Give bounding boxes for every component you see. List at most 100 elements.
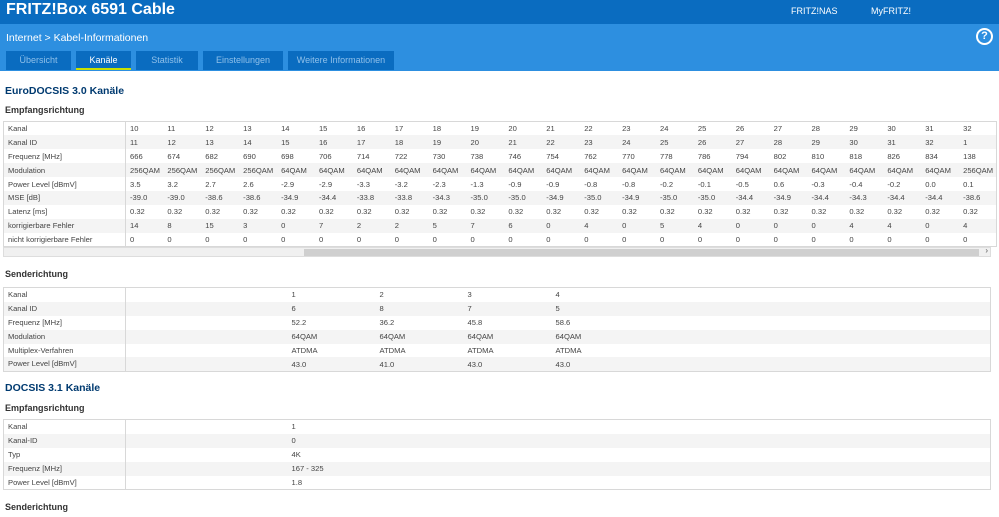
table-cell: 778 [659,151,673,161]
table-cell: 690 [243,151,256,161]
table-cell: 64QAM [925,165,951,175]
table-cell: 0.32 [887,207,903,217]
table-cell: 7 [470,221,475,231]
table-cell: -0.5 [735,179,749,189]
table-cell: 0 [167,234,172,244]
table-cell: -39.0 [167,193,185,203]
myfritz-link[interactable]: MyFRITZ! [871,6,911,16]
table-cell: 28 [811,124,820,134]
row-label-text: Modulation [4,329,126,344]
tab-einstellungen[interactable]: Einstellungen [203,51,283,70]
table-cell: 16 [356,124,366,134]
table-cell: 0.1 [963,179,974,189]
chevron-right-icon: > [44,32,51,44]
table-cell: 27 [773,124,783,134]
table-cell: 32 [963,124,972,134]
docsis30-heading: EuroDOCSIS 3.0 Kanäle [5,85,125,97]
tab-statistik[interactable]: Statistik [136,51,198,70]
table-cell: 30 [849,137,858,147]
table-cell: 13 [243,124,252,134]
table-row: Power Level [dBmV] 1.8 [4,475,991,490]
table-cell: 256QAM [205,165,236,175]
table-cell: 43.0 [291,359,307,369]
table-cell: 0 [963,234,968,244]
table-cell: 0.32 [963,207,978,217]
table-cell: 29 [811,137,820,147]
table-cell: -35.0 [470,193,488,203]
docsis31-heading: DOCSIS 3.1 Kanäle [5,382,101,394]
row-label: Kanal [4,288,288,302]
row-label-text: Kanal [4,420,126,434]
help-icon[interactable]: ? [976,28,993,45]
table-cell: 0 [622,221,627,231]
table-cell: 4K [291,450,301,460]
table-cell: 0 [130,234,135,244]
table-cell: 30 [887,124,896,134]
table-cell: 0 [243,234,248,244]
table-cell: -38.6 [243,193,261,203]
tab-kanaele[interactable]: Kanäle [76,51,131,70]
table-row: Kanal-ID 0 [3,433,991,448]
docsis30-downstream-table: Kanal 10 11 12 13 14 15 16 17 18 19 20 21 22 23 24 25 26 2… [3,121,998,248]
horizontal-scrollbar[interactable]: › [3,246,991,257]
table-cell: 5 [659,221,665,231]
table-cell: 826 [887,151,900,161]
table-cell: 14 [281,124,290,134]
table-cell: 64QAM [584,165,610,175]
table-cell: 32 [925,137,934,147]
table-row: Kanal ID 6 8 7 5 [3,301,991,316]
fritz-nas-link[interactable]: FRITZ!NAS [791,6,838,16]
table-cell: 31 [925,124,934,134]
table-cell: 0 [508,234,513,244]
table-row: nicht korrigierbare Fehler 0 0 0 0 0 0 0 0 0 0 0 0 0 0… [3,232,997,247]
table-cell: 0 [470,234,475,244]
table-cell: 64QAM [508,165,535,175]
table-cell: 0 [925,221,930,231]
scroll-right-icon[interactable]: › [985,246,988,255]
table-cell: 64QAM [887,165,914,175]
table-cell: -34.4 [925,193,943,203]
row-label: Kanal [3,121,126,136]
tab-bar: Übersicht Kanäle Statistik Einstellungen… [6,51,394,70]
table-cell: -34.9 [773,193,791,203]
table-cell: -39.0 [130,193,148,203]
table-cell: 64QAM [811,165,838,175]
table-cell: 20 [508,124,517,134]
table-cell: 8 [167,221,172,231]
table-cell: 15 [318,124,328,134]
row-label: Frequenz [MHz] [3,149,126,164]
row-label: Kanal ID [4,301,288,316]
table-cell: 0 [546,234,551,244]
table-cell: 256QAM [963,165,994,175]
table-cell: 29 [849,124,858,134]
table-cell: 0 [811,221,816,231]
table-cell: 0.32 [470,207,486,217]
scrollbar-thumb[interactable] [304,249,979,256]
table-cell: 682 [205,151,218,161]
table-cell: 0 [811,234,816,244]
app-title: FRITZ!Box 6591 Cable [6,1,175,18]
table-cell: 8 [379,304,384,314]
table-row: Kanal 1 2 3 4 [4,288,991,302]
breadcrumb-internet[interactable]: Internet [6,32,42,44]
table-cell: -0.8 [622,179,636,189]
table-cell: -0.3 [811,179,825,189]
table-cell: 256QAM [130,165,160,175]
row-label: Power Level [dBmV] [4,357,288,372]
table-cell: 3.2 [167,179,178,189]
table-cell: 52.2 [291,318,307,328]
table-cell: -34.9 [546,193,564,203]
tab-weitere-informationen[interactable]: Weitere Informationen [288,51,394,70]
table-cell: 0 [773,221,778,231]
table-cell: 43.0 [467,359,483,369]
table-cell: 16 [318,137,328,147]
table-cell: 0.0 [925,179,936,189]
table-row: MSE [dB] -39.0 -39.0 -38.6 -38.6 -34.9 -34.4 -3… [3,190,997,205]
table-row: Power Level [dBmV] 43.0 41.0 43.0 43.0 [3,357,991,372]
table-cell: 43.0 [555,359,571,369]
row-label: Kanal ID [3,135,126,150]
tab-uebersicht[interactable]: Übersicht [6,51,71,70]
table-cell: 0.32 [697,207,713,217]
docsis30-upstream-table: Kanal 1 2 3 4 Kanal ID 6 8 7 5 Frequenz [MHz] 52.2 3… [3,287,991,373]
table-cell: -33.8 [394,193,413,203]
